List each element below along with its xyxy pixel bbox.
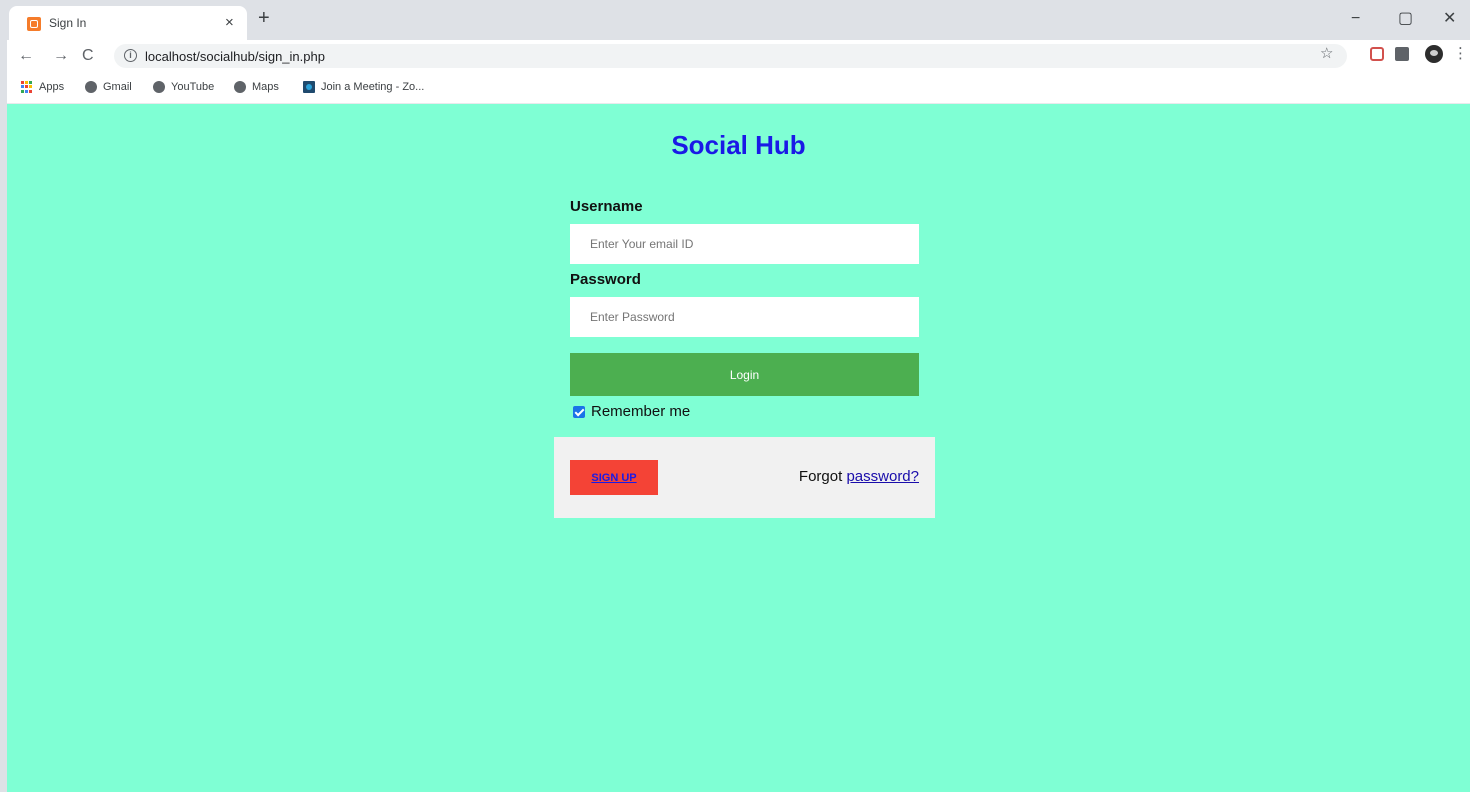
tab-strip: Sign In × + − ▢ ✕ bbox=[7, 0, 1470, 40]
login-button[interactable]: Login bbox=[570, 353, 919, 396]
globe-icon bbox=[85, 81, 97, 93]
password-label: Password bbox=[570, 271, 641, 288]
reload-icon[interactable]: C bbox=[82, 46, 94, 66]
forgot-prefix: Forgot bbox=[798, 468, 843, 485]
remember-label: Remember me bbox=[591, 403, 691, 420]
bookmark-label: Gmail bbox=[103, 81, 132, 93]
site-info-icon[interactable]: i bbox=[124, 49, 137, 62]
bookmark-label: YouTube bbox=[171, 81, 215, 93]
bookmark-label: Maps bbox=[252, 81, 279, 93]
zoom-icon bbox=[303, 81, 315, 93]
sign-up-button[interactable]: SIGN UP bbox=[570, 460, 658, 495]
new-tab-button[interactable]: + bbox=[258, 8, 270, 28]
url-text[interactable]: localhost/socialhub/sign_in.php bbox=[145, 49, 325, 64]
forgot-password: Forgot password? bbox=[799, 468, 919, 485]
profile-avatar[interactable] bbox=[1425, 45, 1443, 63]
bookmark-youtube[interactable]: YouTube bbox=[153, 81, 214, 93]
bookmark-label: Join a Meeting - Zo... bbox=[321, 81, 425, 93]
bookmark-apps[interactable]: Apps bbox=[21, 81, 64, 93]
tab-title: Sign In bbox=[49, 16, 87, 30]
extensions-puzzle-icon[interactable] bbox=[1395, 47, 1409, 61]
bookmark-label: Apps bbox=[39, 81, 65, 93]
forward-icon[interactable]: → bbox=[53, 46, 69, 66]
forgot-password-link[interactable]: password? bbox=[846, 468, 919, 485]
bookmark-maps[interactable]: Maps bbox=[234, 81, 279, 93]
window-edge bbox=[0, 0, 7, 792]
site-title: Social Hub bbox=[671, 130, 806, 160]
maximize-icon[interactable]: ▢ bbox=[1398, 9, 1413, 29]
bookmark-gmail[interactable]: Gmail bbox=[85, 81, 132, 93]
minimize-icon[interactable]: − bbox=[1351, 9, 1360, 29]
globe-icon bbox=[153, 81, 165, 93]
bookmarks-bar: Apps Gmail YouTube Maps Join a Meeting -… bbox=[7, 72, 1470, 104]
browser-menu-icon[interactable]: ⋮ bbox=[1453, 45, 1468, 63]
xampp-favicon-icon bbox=[27, 17, 41, 31]
bookmark-zoom[interactable]: Join a Meeting - Zo... bbox=[303, 81, 424, 93]
page-content: Social Hub Username Password Login Remem… bbox=[7, 104, 1470, 792]
bookmark-star-icon[interactable]: ☆ bbox=[1320, 44, 1333, 62]
tab-close-icon[interactable]: × bbox=[225, 13, 234, 33]
globe-icon bbox=[234, 81, 246, 93]
apps-grid-icon bbox=[21, 81, 33, 93]
back-icon[interactable]: ← bbox=[18, 46, 34, 66]
close-window-icon[interactable]: ✕ bbox=[1443, 9, 1456, 29]
browser-toolbar: ← → C i localhost/socialhub/sign_in.php … bbox=[7, 40, 1470, 72]
signup-footer: SIGN UP Forgot password? bbox=[554, 437, 935, 518]
remember-me[interactable]: Remember me bbox=[573, 403, 690, 420]
pocket-extension-icon[interactable] bbox=[1370, 47, 1384, 61]
username-input[interactable] bbox=[570, 224, 919, 264]
address-bar[interactable]: i localhost/socialhub/sign_in.php bbox=[114, 44, 1347, 68]
username-label: Username bbox=[570, 198, 643, 215]
password-input[interactable] bbox=[570, 297, 919, 337]
tab-sign-in[interactable]: Sign In × bbox=[9, 6, 247, 40]
remember-checkbox-icon[interactable] bbox=[573, 405, 585, 418]
